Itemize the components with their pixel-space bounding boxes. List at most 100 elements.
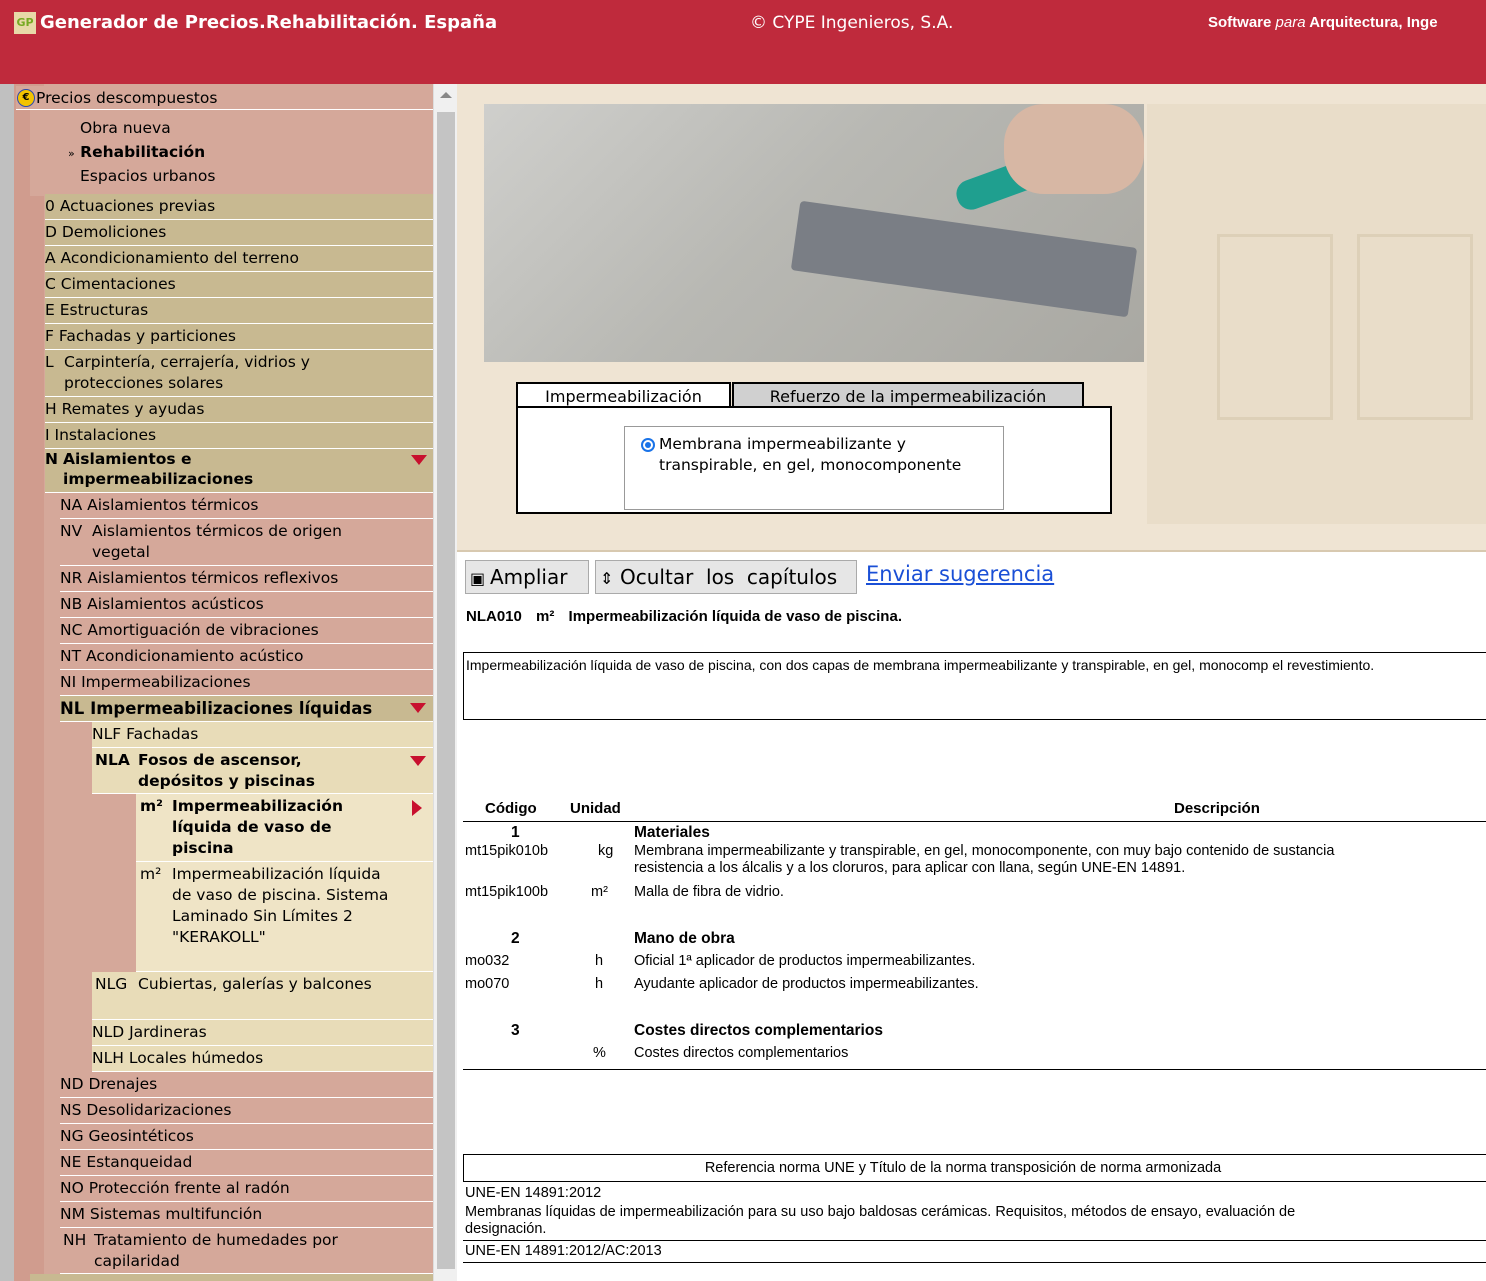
sidebar-item-next[interactable] (30, 1274, 433, 1281)
col-header-desc: Descripción (1174, 800, 1260, 817)
row-desc: Membrana impermeabilizante y transpirabl… (634, 843, 1335, 859)
tab-refuerzo[interactable]: Refuerzo de la impermeabilización (732, 382, 1084, 408)
norms-header: Referencia norma UNE y Título de la norm… (463, 1154, 1486, 1182)
tab-panel: Membrana impermeabilizante y transpirabl… (516, 406, 1112, 514)
sidebar-item-NS[interactable]: NS Desolidarizaciones (60, 1098, 433, 1124)
main-content: Impermeabilización Refuerzo de la imperm… (457, 84, 1486, 1281)
group-number: 2 (511, 930, 520, 947)
software-tagline: Software para Arquitectura, Inge (1208, 14, 1438, 31)
hero-panel: Impermeabilización Refuerzo de la imperm… (457, 84, 1486, 550)
item-description: Impermeabilización líquida de vaso de pi… (463, 652, 1486, 720)
sidebar-scrollbar[interactable] (433, 84, 458, 1281)
copyright-text: © CYPE Ingenieros, S.A. (750, 13, 954, 33)
euro-icon: € (17, 89, 35, 107)
zoom-page-icon: ▣ (470, 569, 486, 588)
item-code: NLA010 (466, 608, 522, 625)
option-tabs: Impermeabilización Refuerzo de la imperm… (516, 382, 1112, 514)
group-number: 3 (511, 1022, 520, 1039)
sidebar-item-A[interactable]: A Acondicionamiento del terreno (45, 246, 433, 272)
ampliar-button[interactable]: ▣ Ampliar (465, 560, 589, 594)
product-photo (484, 104, 1144, 362)
row-desc: Malla de fibra de vidrio. (634, 884, 784, 900)
row-code: mt15pik100b (465, 884, 549, 900)
sidebar-item-NT[interactable]: NT Acondicionamiento acústico (60, 644, 433, 670)
sidebar-sub-rehabilitacion[interactable]: » Rehabilitación (68, 142, 205, 164)
current-item-arrow-icon (412, 800, 422, 816)
sidebar-item-NH[interactable]: NH Tratamiento de humedades por capilari… (60, 1228, 433, 1274)
sidebar-item-NE[interactable]: NE Estanqueidad (60, 1150, 433, 1176)
row-unit: h (595, 976, 604, 992)
app-title: Generador de Precios.Rehabilitación. Esp… (40, 12, 498, 33)
sidebar-item-NI[interactable]: NI Impermeabilizaciones (60, 670, 433, 696)
sidebar-sub-espacios-urbanos[interactable]: Espacios urbanos (80, 166, 215, 187)
row-desc: Oficial 1ª aplicador de productos imperm… (634, 953, 976, 969)
sidebar-item-NG[interactable]: NG Geosintéticos (60, 1124, 433, 1150)
sidebar-item-NLA010-selected[interactable]: m² Impermeabilización líquida de vaso de… (136, 794, 433, 862)
sidebar-item-NC[interactable]: NC Amortiguación de vibraciones (60, 618, 433, 644)
group-title: Materiales (634, 824, 710, 841)
norm-reference: UNE-EN 14891:2012/AC:2013 (465, 1243, 662, 1259)
sidebar-item-N[interactable]: N Aislamientos e impermeabilizaciones (45, 449, 433, 493)
row-code: mo032 (465, 953, 510, 969)
sidebar-item-NV[interactable]: NV Aislamientos térmicos de origen veget… (60, 519, 433, 566)
item-header: NLA010 m² Impermeabilización líquida de … (466, 608, 912, 625)
enviar-sugerencia-link[interactable]: Enviar sugerencia (866, 562, 1054, 586)
row-desc: Costes directos complementarios (634, 1045, 849, 1061)
sidebar-item-C[interactable]: C Cimentaciones (45, 272, 433, 298)
row-code: mo070 (465, 976, 510, 992)
sidebar-item-0[interactable]: 0 Actuaciones previas (45, 194, 433, 220)
hide-chapters-icon: ⇕ (600, 569, 614, 588)
scrollbar-thumb[interactable] (437, 112, 455, 1269)
sidebar-item-H[interactable]: H Remates y ayudas (45, 397, 433, 423)
option-radio[interactable] (641, 438, 655, 452)
row-unit: m² (591, 884, 608, 900)
collapse-triangle-icon[interactable] (410, 703, 426, 713)
app-header: GP Generador de Precios.Rehabilitación. … (0, 0, 1486, 84)
option-box: Membrana impermeabilizante y transpirabl… (624, 426, 1004, 510)
sidebar-item-NLD[interactable]: NLD Jardineras (92, 1020, 433, 1046)
row-unit: kg (598, 843, 614, 859)
sidebar-item-NB[interactable]: NB Aislamientos acústicos (60, 592, 433, 618)
sidebar-item-NLF[interactable]: NLF Fachadas (92, 722, 433, 748)
sidebar-root-precios[interactable]: € Precios descompuestos (16, 86, 433, 110)
item-unit: m² (536, 608, 555, 625)
sidebar-submenu: Obra nueva » Rehabilitación Espacios urb… (30, 110, 433, 196)
sidebar-item-L[interactable]: L Carpintería, cerrajería, vidrios y pro… (45, 350, 433, 397)
scroll-up-arrow-icon[interactable] (440, 92, 452, 98)
sidebar-item-NM[interactable]: NM Sistemas multifunción (60, 1202, 433, 1228)
ocultar-capitulos-button[interactable]: ⇕ Ocultar los capítulos (595, 560, 857, 594)
sidebar-item-D[interactable]: D Demoliciones (45, 220, 433, 246)
row-unit: h (595, 953, 604, 969)
col-header-unit: Unidad (570, 800, 621, 817)
sidebar-item-ND[interactable]: ND Drenajes (60, 1072, 433, 1098)
norm-title-cont: designación. (465, 1221, 547, 1237)
sidebar-item-NO[interactable]: NO Protección frente al radón (60, 1176, 433, 1202)
collapse-triangle-icon[interactable] (410, 756, 426, 766)
sidebar-item-F[interactable]: F Fachadas y particiones (45, 324, 433, 350)
tab-impermeabilizacion[interactable]: Impermeabilización (516, 382, 731, 408)
cype-logo-icon: GP (14, 12, 36, 34)
col-header-code: Código (485, 800, 537, 817)
option-label[interactable]: Membrana impermeabilizante y transpirabl… (659, 434, 989, 476)
row-desc-cont: resistencia a los álcalis y a los clorur… (634, 860, 1186, 876)
sidebar-item-NLA020[interactable]: m² Impermeabilización líquida de vaso de… (136, 862, 433, 972)
row-unit: % (593, 1045, 606, 1061)
collapse-triangle-icon[interactable] (411, 455, 427, 465)
group-title: Costes directos complementarios (634, 1022, 883, 1039)
row-desc: Ayudante aplicador de productos impermea… (634, 976, 979, 992)
sidebar-item-NL[interactable]: NL Impermeabilizaciones líquidas (60, 696, 433, 722)
sidebar-item-NR[interactable]: NR Aislamientos térmicos reflexivos (60, 566, 433, 592)
row-code: mt15pik010b (465, 843, 549, 859)
sidebar-item-NA[interactable]: NA Aislamientos térmicos (60, 493, 433, 519)
sidebar-item-I[interactable]: I Instalaciones (45, 423, 433, 449)
group-number: 1 (511, 824, 520, 841)
sidebar-item-NLH[interactable]: NLH Locales húmedos (92, 1046, 433, 1072)
sidebar-sub-obra-nueva[interactable]: Obra nueva (80, 118, 171, 139)
sidebar-item-NLG[interactable]: NLG Cubiertas, galerías y balcones (92, 972, 433, 1020)
sidebar-item-NLA[interactable]: NLA Fosos de ascensor, depósitos y pisci… (92, 748, 433, 794)
norm-reference: UNE-EN 14891:2012 (465, 1185, 602, 1201)
sidebar-item-E[interactable]: E Estructuras (45, 298, 433, 324)
item-title: Impermeabilización líquida de vaso de pi… (568, 608, 902, 625)
norm-title: Membranas líquidas de impermeabilización… (465, 1204, 1296, 1220)
group-title: Mano de obra (634, 930, 735, 947)
